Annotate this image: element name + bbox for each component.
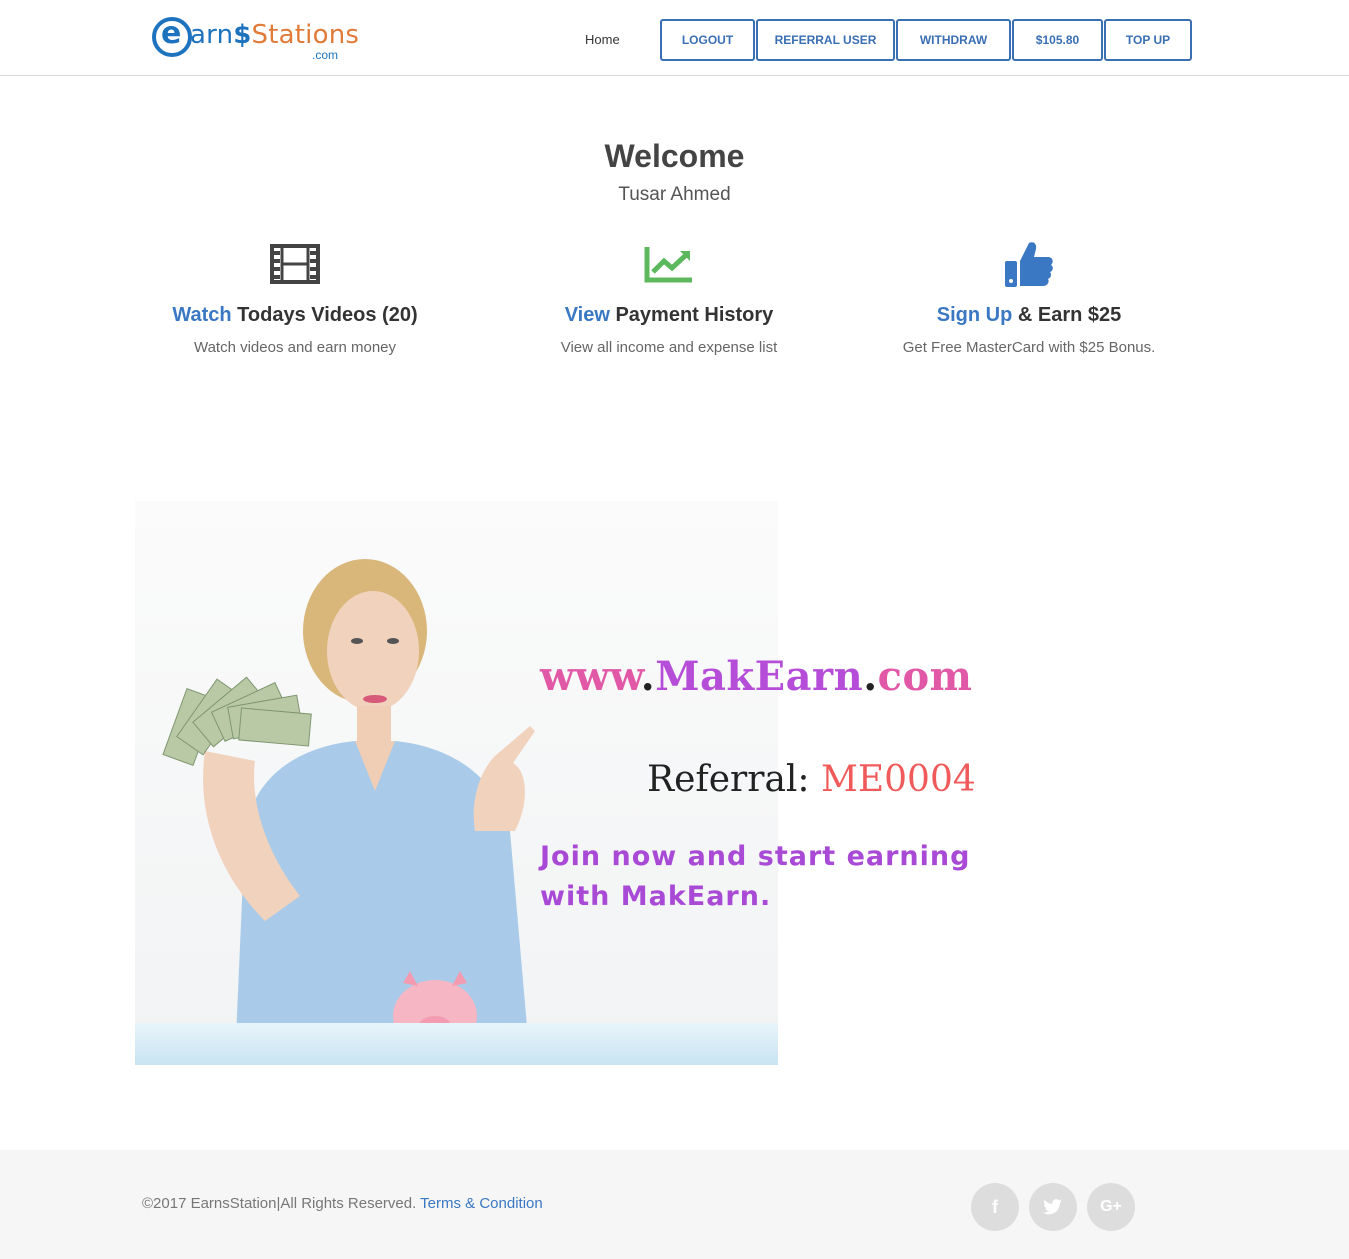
watch-desc: Watch videos and earn money xyxy=(193,339,397,356)
nav-home-link[interactable]: Home xyxy=(585,32,620,47)
feature-payment-history: View Payment History View all income and… xyxy=(489,238,849,356)
terms-link[interactable]: Terms & Condition xyxy=(420,1195,543,1212)
watch-link[interactable]: Watch xyxy=(172,304,231,326)
logo-text-part2: Stations xyxy=(251,20,360,50)
username: Tusar Ahmed xyxy=(618,184,731,205)
logout-button[interactable]: LOGOUT xyxy=(660,19,755,61)
logo-text-part1: arn xyxy=(190,20,234,50)
twitter-icon[interactable] xyxy=(1029,1183,1077,1231)
payment-history-desc: View all income and expense list xyxy=(560,339,778,356)
footer: ©2017 EarnsStation|All Rights Reserved. … xyxy=(0,1150,1349,1259)
header: e arn$Stations .com Home LOGOUT REFERRAL… xyxy=(0,0,1349,76)
promo-banner-image xyxy=(135,501,778,1065)
referral-user-button[interactable]: REFERRAL USER xyxy=(756,19,895,61)
earnstations-logo[interactable]: e arn$Stations .com xyxy=(150,14,359,64)
top-up-button[interactable]: TOP UP xyxy=(1104,19,1192,61)
withdraw-button[interactable]: WITHDRAW xyxy=(896,19,1011,61)
logo-dollar: $ xyxy=(233,20,252,50)
area-chart-icon xyxy=(489,238,849,290)
referral-code: ME0004 xyxy=(821,759,976,800)
facebook-icon[interactable]: f xyxy=(971,1183,1019,1231)
watch-title: Todays Videos (20) xyxy=(231,304,418,326)
sign-up-title: & Earn $25 xyxy=(1012,304,1122,326)
woman-with-money-illustration xyxy=(135,559,778,1065)
sign-up-desc: Get Free MasterCard with $25 Bonus. xyxy=(902,339,1156,356)
feature-watch-videos: Watch Todays Videos (20) Watch videos an… xyxy=(115,238,475,356)
sign-up-link[interactable]: Sign Up xyxy=(937,304,1013,326)
thumbs-up-icon xyxy=(849,238,1209,290)
payment-history-title: Payment History xyxy=(609,304,774,326)
view-link[interactable]: View xyxy=(565,304,610,326)
google-plus-icon[interactable]: G+ xyxy=(1087,1183,1135,1231)
balance-button[interactable]: $105.80 xyxy=(1012,19,1103,61)
feature-sign-up: Sign Up & Earn $25 Get Free MasterCard w… xyxy=(849,238,1209,356)
copyright-text: ©2017 EarnsStation|All Rights Reserved. … xyxy=(142,1195,543,1212)
welcome-title: Welcome xyxy=(604,138,745,174)
film-icon xyxy=(115,238,475,290)
logo-com: .com xyxy=(312,48,339,62)
